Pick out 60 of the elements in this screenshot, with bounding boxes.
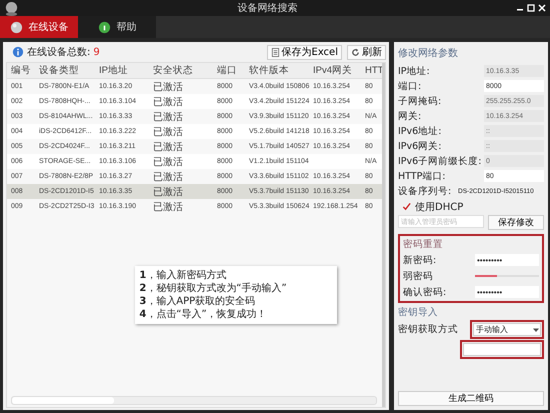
table-cell-text: 已激活 [152, 96, 184, 108]
field-label: IPv6地址: [398, 124, 442, 138]
field-label: HTTP端口: [398, 170, 447, 182]
field-label: 密钥获取方式 [398, 323, 459, 336]
field-label: IP地址: [398, 64, 431, 78]
table-cell-text: 已激活 [152, 126, 184, 138]
horizontal-scrollbar[interactable] [11, 396, 377, 405]
table-cell-text: 已激活 [152, 140, 184, 154]
field-label: IPv6子网前缀长度: [398, 154, 482, 168]
device-count: 9 [93, 46, 100, 58]
column-header[interactable]: 编号 [7, 64, 35, 77]
dropdown[interactable]: 手动输入 [473, 323, 541, 336]
device-count-label: 在线设备总数: [27, 46, 90, 59]
field-label: 网关: [398, 110, 422, 122]
field-label: 确认密码: [403, 286, 448, 298]
field-label: 新密码: [403, 254, 438, 266]
info-icon [12, 46, 24, 58]
field-label: 子网掩码: [398, 94, 442, 108]
section-title: 密钥导入 [398, 306, 439, 319]
checkbox[interactable] [402, 202, 411, 211]
generate-button[interactable]: 生成二维码 [398, 391, 544, 406]
toolbar-button[interactable]: 保存为Excel [266, 44, 342, 60]
caret-icon [532, 326, 540, 334]
refresh-icon [351, 48, 360, 56]
help-icon [98, 20, 110, 34]
close-icon[interactable] [538, 4, 546, 12]
table-cell-text: 已激活 [152, 110, 184, 124]
maximize-icon[interactable] [527, 4, 535, 12]
checkbox-label: 使用DHCP [415, 200, 464, 214]
input-field[interactable] [463, 343, 541, 356]
column-header[interactable]: HTT [361, 65, 381, 76]
app-logo-icon [4, 0, 19, 16]
table-cell-text: 已激活 [152, 170, 184, 184]
column-header[interactable]: 软件版本 [245, 64, 309, 77]
column-header[interactable]: IP地址 [95, 64, 149, 77]
instruction-note: 1，输入新密码方式 2，秘钥获取方式改为“手动输入” 3，输入APP获取的安全码 4，点击“导入”，恢复成功！ [135, 266, 337, 324]
field-label: 设备序列号: [398, 184, 452, 198]
table-cell-text: 已激活 [152, 186, 184, 198]
globe-icon [10, 20, 22, 34]
column-header[interactable]: 设备类型 [35, 64, 95, 77]
column-header[interactable]: 安全状态 [149, 64, 213, 77]
toolbar-button[interactable]: 刷新 [347, 44, 386, 60]
field-label: IPv6网关: [398, 140, 442, 152]
password-field[interactable]: ••••••••• [475, 286, 539, 298]
table-cell-text: 已激活 [152, 80, 184, 94]
vertical-scrollbar[interactable] [382, 63, 385, 407]
tab[interactable]: 帮助 [78, 16, 156, 38]
column-header[interactable]: IPv4网关 [309, 64, 361, 77]
section-title: 修改网络参数 [398, 46, 459, 60]
window-title: 设备网络搜索 [236, 2, 298, 15]
field-label: 端口: [398, 80, 422, 92]
section-title: 密码重置 [403, 238, 444, 251]
column-header[interactable]: 端口 [213, 64, 245, 77]
table-cell-text: 已激活 [152, 200, 184, 214]
save-button[interactable]: 保存修改 [488, 215, 544, 230]
table-cell-text: 已激活 [152, 156, 184, 168]
tab[interactable]: 在线设备 [0, 16, 78, 38]
document-icon [270, 48, 280, 56]
password-field[interactable]: ••••••••• [475, 254, 539, 266]
field-label: 弱密码 [403, 270, 434, 282]
